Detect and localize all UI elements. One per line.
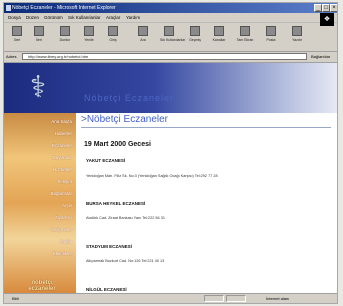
caduceus-logo-icon: ⚕ [29,71,47,104]
close-button[interactable]: × [330,4,337,12]
page-content: ⚕ Nöbetçi Eczaneler Ana Sayfa Haberler E… [4,63,337,293]
fullscreen-button[interactable]: Tam Ekran [236,25,254,49]
stop-button[interactable]: Durdur [56,25,74,49]
status-text: Bitti [12,296,19,301]
address-input[interactable]: http://www.tbmy.org.tr/nobetci.htm [22,53,307,60]
stop-icon [60,26,70,36]
sidebar-item[interactable]: İletişim [18,179,72,184]
banner-text: Nöbetçi Eczaneler [84,93,175,103]
pharmacy-address: Atatürk Cad. Ziraat Bankası Yanı Tel:222… [86,216,165,220]
sidebar-item[interactable]: Sağlık [18,239,72,244]
minimize-button[interactable]: _ [314,4,322,12]
pharmacy-address: Altıparmak Bozkurt Cad. No:126 Tel:221 4… [86,259,165,263]
ie-icon [6,5,11,11]
search-icon [138,26,148,36]
status-segment [226,295,246,302]
pharmacy-name: NİLGÜL ECZANESİ [86,287,127,292]
home-icon [108,26,118,36]
home-button[interactable]: Giriş [104,25,122,49]
sidebar-item[interactable]: Arşiv [18,203,72,208]
pharmacy-name: STADYUM ECZANESİ [86,244,132,249]
favorites-icon [164,26,174,36]
fullscreen-icon [240,26,250,36]
date-heading: 19 Mart 2000 Gecesi [84,141,151,148]
menu-gorunum[interactable]: Görünüm [44,13,63,22]
back-button[interactable]: Geri [8,25,26,49]
menu-dosya[interactable]: Dosya [8,13,21,22]
address-label: Adres [6,54,17,59]
pharmacy-name: BURSA HEYKEL ECZANESİ [86,201,146,206]
window-title: Nöbetçi Eczaneler - Microsoft Internet E… [12,5,116,11]
address-bar: Adres http://www.tbmy.org.tr/nobetci.htm… [4,52,337,63]
sidebar-item[interactable]: Etkinlikler [18,251,72,256]
forward-arrow-icon [34,26,44,36]
mail-button[interactable]: Posta [262,25,280,49]
sidebar: Ana Sayfa Haberler Eczaneler Duyurular H… [4,113,76,293]
divider [81,127,331,128]
print-icon [292,26,302,36]
toolbar: Geri İleri Durdur Yenile Giriş Ara Sık K… [4,23,337,52]
refresh-icon [84,26,94,36]
title-bar: Nöbetçi Eczaneler - Microsoft Internet E… [4,3,337,13]
site-banner: ⚕ Nöbetçi Eczaneler [4,63,337,113]
sidebar-brand: nöbetçi eczaneler [28,280,56,292]
print-button[interactable]: Yazdır [288,25,306,49]
history-button[interactable]: Geçmiş [186,25,204,49]
sidebar-item[interactable]: Duyurular [18,155,72,160]
mail-icon [266,26,276,36]
status-segment [204,295,224,302]
sidebar-item[interactable]: Eczaneler [18,143,72,148]
menu-bar: Dosya Düzen Görünüm Sık Kullanılanlar Ar… [4,13,337,23]
refresh-button[interactable]: Yenile [80,25,98,49]
sidebar-item[interactable]: Ana Sayfa [18,119,72,124]
favorites-button[interactable]: Sık Kullanılanlar [160,25,185,49]
back-arrow-icon [12,26,22,36]
menu-sik-kullanilanlar[interactable]: Sık Kullanılanlar [68,13,101,22]
status-bar: Bitti İnternet alanı [4,293,337,303]
sidebar-item[interactable]: Haberler [18,131,72,136]
search-button[interactable]: Ara [134,25,152,49]
menu-araclar[interactable]: Araçlar [106,13,120,22]
sidebar-item[interactable]: Bağlantılar [18,191,72,196]
history-icon [190,26,200,36]
menu-duzen[interactable]: Düzen [26,13,39,22]
page-title: >Nöbetçi Eczaneler [81,114,168,125]
sidebar-item[interactable]: Ziyaretçi [18,215,72,220]
pharmacy-address: Yenidoğan Mah. Filiz Sk. No:3 (Yenidoğan… [86,174,218,178]
browser-window: Nöbetçi Eczaneler - Microsoft Internet E… [3,2,338,304]
maximize-button[interactable]: □ [322,4,330,12]
sidebar-item[interactable]: Hizmetler [18,167,72,172]
channels-button[interactable]: Kanallar [210,25,228,49]
pharmacy-name: YAKUT ECZANESİ [86,158,126,163]
status-zone: İnternet alanı [266,296,290,301]
channels-icon [214,26,224,36]
menu-yardim[interactable]: Yardım [126,13,140,22]
links-button[interactable]: Bağlantılar [311,52,330,62]
sidebar-item[interactable]: Gelişmeler [18,227,72,232]
forward-button[interactable]: İleri [30,25,48,49]
